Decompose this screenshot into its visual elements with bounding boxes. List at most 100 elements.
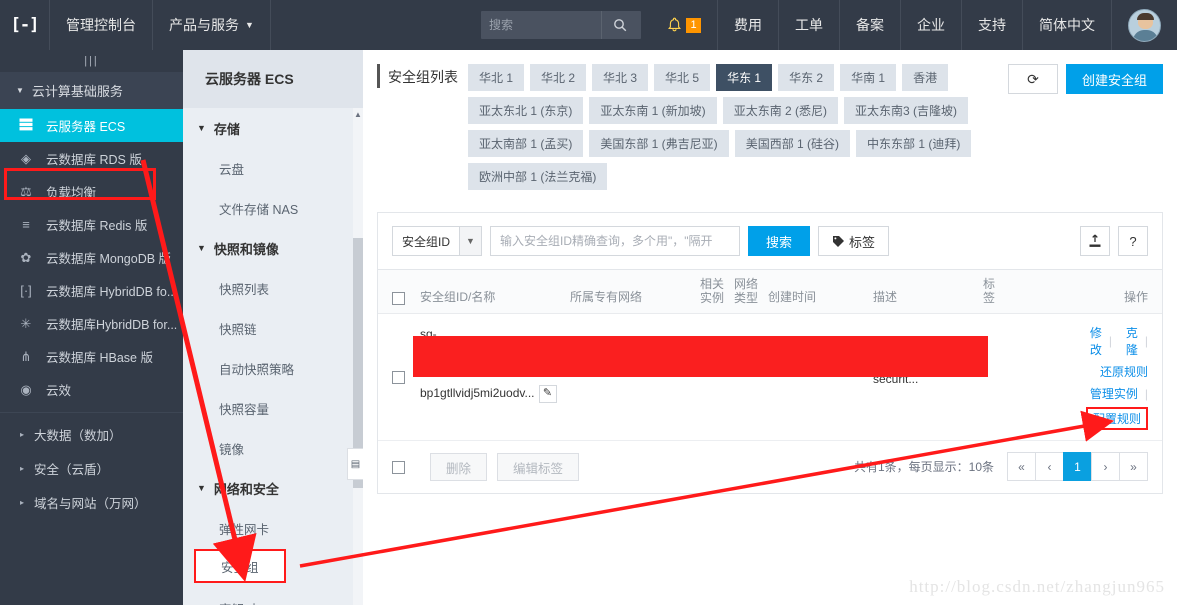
topbar-item-language[interactable]: 简体中文 [1023, 0, 1112, 50]
sidebar-group-cloud-basic[interactable]: ▼ 云计算基础服务 [0, 72, 183, 109]
sidebar-item-redis[interactable]: ≡ 云数据库 Redis 版 [0, 208, 183, 241]
global-search-input[interactable] [481, 12, 601, 38]
notifications[interactable]: 1 [651, 0, 718, 50]
region-tab-huadong1[interactable]: 华东 1 [716, 64, 773, 91]
search-input[interactable] [490, 226, 740, 256]
page-last-button[interactable]: » [1119, 452, 1148, 481]
filter-type-select[interactable]: 安全组ID ▼ [392, 226, 482, 256]
page-1-button[interactable]: 1 [1063, 452, 1092, 481]
sidebar-item-snapshot-capacity[interactable]: 快照容量 [183, 388, 363, 428]
region-tab-sydney[interactable]: 亚太东南 2 (悉尼) [722, 97, 839, 124]
region-tab-kualalumpur[interactable]: 亚太东南3 (吉隆坡) [844, 97, 969, 124]
caret-down-icon: ▼ [197, 243, 206, 253]
region-tab-siliconvalley[interactable]: 美国西部 1 (硅谷) [734, 130, 851, 157]
region-tab-hongkong[interactable]: 香港 [902, 64, 949, 91]
sidebar-drag-handle[interactable]: ||| [0, 50, 183, 72]
sidebar-item-security[interactable]: ▸ 安全（云盾） [0, 451, 183, 485]
help-button[interactable]: ? [1118, 226, 1148, 256]
sidebar-item-rds[interactable]: ◈ 云数据库 RDS 版 [0, 142, 183, 175]
sidebar-item-keypair[interactable]: 密钥对 [183, 588, 363, 605]
page-next-button[interactable]: › [1091, 452, 1120, 481]
products-and-services-menu[interactable]: 产品与服务 ▼ [153, 0, 271, 50]
sidebar-item-hbase[interactable]: ⋔ 云数据库 HBase 版 [0, 340, 183, 373]
sidebar-item-snapshot-chain[interactable]: 快照链 [183, 308, 363, 348]
sidebar-item-auto-snapshot-policy[interactable]: 自动快照策略 [183, 348, 363, 388]
refresh-button[interactable]: ⟳ [1007, 64, 1058, 94]
region-tab-dubai[interactable]: 中东东部 1 (迪拜) [856, 130, 972, 157]
global-search-button[interactable] [601, 11, 637, 39]
column-header-network-type-l1: 网络 [734, 277, 759, 291]
region-tab-huabei5[interactable]: 华北 5 [654, 64, 711, 91]
search-button[interactable]: 搜索 [748, 226, 810, 256]
topbar-item-support[interactable]: 支持 [962, 0, 1023, 50]
pencil-icon[interactable]: ✎ [538, 384, 557, 403]
export-button[interactable] [1080, 226, 1110, 256]
console-logo[interactable]: [-] [0, 0, 50, 50]
sidebar-item-image[interactable]: 镜像 [183, 428, 363, 468]
edit-tag-button[interactable]: 编辑标签 [497, 453, 580, 481]
sidebar-item-nas[interactable]: 文件存储 NAS [183, 188, 363, 228]
collapse-panel-icon[interactable]: ▤ [347, 448, 363, 480]
filter-type-value: 安全组ID [402, 234, 451, 249]
table-header-row: 安全组ID/名称 所属专有网络 相关 实例 网络 类型 创建时间 描述 标 签 … [378, 270, 1162, 314]
separator: | [1108, 334, 1112, 348]
sidebar-item-domain[interactable]: ▸ 域名与网站（万网） [0, 485, 183, 519]
sidebar-item-yunxiao[interactable]: ◉ 云效 [0, 373, 183, 406]
topbar-item-ticket[interactable]: 工单 [779, 0, 840, 50]
sidebar-item-hybriddb-1[interactable]: [·] 云数据库 HybridDB fo... [0, 274, 183, 307]
action-clone[interactable]: 克隆 [1119, 324, 1138, 358]
sidebar-item-hybriddb-2[interactable]: ✳ 云数据库HybridDB for... [0, 307, 183, 340]
shield-icon: ◈ [21, 150, 31, 166]
top-navigation-bar: [-] 管理控制台 产品与服务 ▼ 1 费用 工单 备案 企业 支持 [0, 0, 1177, 50]
action-restore-rules[interactable]: 还原规则 [1100, 363, 1148, 380]
region-tab-huabei2[interactable]: 华北 2 [530, 64, 587, 91]
chevron-up-icon[interactable]: ▲ [353, 108, 363, 122]
sidebar-item-ecs[interactable]: 云服务器 ECS [0, 109, 183, 142]
action-modify[interactable]: 修改 [1083, 324, 1102, 358]
sidebar-group-storage[interactable]: ▼ 存储 [183, 108, 363, 148]
region-tab-virginia[interactable]: 美国东部 1 (弗吉尼亚) [589, 130, 729, 157]
page-first-button[interactable]: « [1007, 452, 1036, 481]
region-tab-tokyo[interactable]: 亚太东北 1 (东京) [468, 97, 584, 124]
region-tab-huabei3[interactable]: 华北 3 [592, 64, 649, 91]
cell-operations: 修改 | 克隆 | 还原规则 管理实例 | 配置规则 [1083, 324, 1148, 430]
caret-right-icon: ▸ [20, 463, 25, 473]
delete-button[interactable]: 删除 [430, 453, 488, 481]
topbar-item-fee[interactable]: 费用 [718, 0, 779, 50]
column-header-operation: 操作 [1123, 290, 1148, 304]
ecs-sidebar-title: 云服务器 ECS [183, 50, 363, 108]
region-tab-singapore[interactable]: 亚太东南 1 (新加坡) [589, 97, 717, 124]
region-tab-huanan1[interactable]: 华南 1 [840, 64, 897, 91]
sidebar-item-security-group[interactable]: 安全组 [194, 549, 286, 583]
region-tab-mumbai[interactable]: 亚太南部 1 (孟买) [468, 130, 584, 157]
management-console-link[interactable]: 管理控制台 [50, 0, 153, 50]
select-all-checkbox[interactable] [392, 292, 405, 305]
chevron-down-icon: ▼ [245, 20, 254, 30]
footer-select-all-checkbox[interactable] [392, 460, 405, 474]
sidebar-item-eni[interactable]: 弹性网卡 [183, 508, 363, 548]
tag-filter-button[interactable]: 标签 [818, 226, 890, 256]
sidebar-item-slb[interactable]: ⚖ 负载均衡 [0, 175, 183, 208]
action-manage-instance[interactable]: 管理实例 [1090, 385, 1138, 402]
separator: | [1144, 334, 1148, 348]
sidebar-group-network-security[interactable]: ▼ 网络和安全 [183, 468, 363, 508]
user-avatar-cell[interactable] [1112, 0, 1177, 50]
sidebar-item-disk[interactable]: 云盘 [183, 148, 363, 188]
region-tab-huabei1[interactable]: 华北 1 [468, 64, 525, 91]
balance-icon: ⚖ [20, 183, 32, 199]
action-configure-rules[interactable]: 配置规则 [1085, 407, 1148, 430]
sidebar-item-mongodb[interactable]: ✿ 云数据库 MongoDB 版 [0, 241, 183, 274]
sidebar-group-snapshot-image[interactable]: ▼ 快照和镜像 [183, 228, 363, 268]
search-icon [613, 19, 626, 32]
sidebar-item-bigdata[interactable]: ▸ 大数据（数加） [0, 417, 183, 451]
tag-icon [833, 235, 844, 247]
region-tab-huadong2[interactable]: 华东 2 [778, 64, 835, 91]
topbar-item-enterprise[interactable]: 企业 [901, 0, 962, 50]
caret-down-icon: ▼ [197, 483, 206, 493]
page-prev-button[interactable]: ‹ [1035, 452, 1064, 481]
sidebar-item-snapshot-list[interactable]: 快照列表 [183, 268, 363, 308]
topbar-item-icp[interactable]: 备案 [840, 0, 901, 50]
create-security-group-button[interactable]: 创建安全组 [1065, 64, 1163, 94]
region-tab-frankfurt[interactable]: 欧洲中部 1 (法兰克福) [468, 163, 608, 190]
row-checkbox[interactable] [392, 370, 405, 384]
